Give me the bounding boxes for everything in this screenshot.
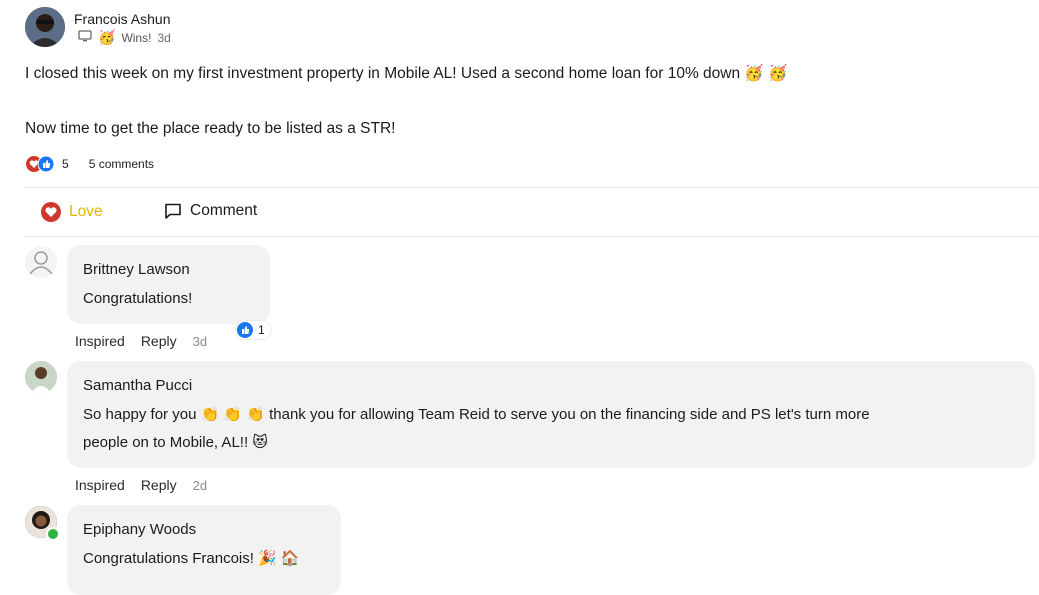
author-name[interactable]: Francois Ashun — [74, 11, 171, 27]
author-avatar[interactable] — [25, 7, 65, 47]
like-reaction-icon — [37, 155, 55, 173]
comment-text: Congratulations! — [83, 290, 193, 307]
default-user-icon — [29, 251, 53, 275]
post-body-line-1: I closed this week on my first investmen… — [25, 65, 788, 82]
comment-text-line-2: people on to Mobile, AL!! 😻 — [83, 434, 268, 451]
like-icon — [237, 322, 253, 338]
comment-like-count[interactable]: 1 — [236, 321, 271, 339]
party-face-icon: 🥳 — [98, 29, 116, 45]
online-status-dot — [46, 527, 60, 541]
commenter-name[interactable]: Epiphany Woods — [83, 521, 196, 538]
love-label: Love — [69, 203, 103, 220]
divider-top — [25, 187, 1039, 188]
post-category[interactable]: Wins! — [121, 31, 151, 45]
comment-time: 3d — [192, 333, 208, 349]
comments-count-link[interactable]: 5 comments — [89, 157, 154, 171]
comment-text-line-1: So happy for you 👏 👏 👏 thank you for all… — [83, 406, 870, 423]
comment-icon — [164, 202, 182, 220]
reply-button[interactable]: Reply — [141, 333, 177, 349]
comment-text: Congratulations Francois! 🎉 🏠 — [83, 550, 300, 567]
post-time: 3d — [157, 30, 171, 45]
comment-button[interactable]: Comment — [164, 202, 257, 220]
inspired-button[interactable]: Inspired — [75, 477, 125, 493]
heart-icon — [41, 202, 61, 222]
like-count: 1 — [258, 323, 265, 337]
comment-bubble: Brittney Lawson Congratulations! — [67, 245, 270, 324]
reactions-summary[interactable]: 5 5 comments — [26, 155, 154, 173]
inspired-button[interactable]: Inspired — [75, 333, 125, 349]
reply-button[interactable]: Reply — [141, 477, 177, 493]
comment-actions: Inspired Reply 3d — [75, 333, 207, 349]
post-meta: 🥳 Wins! 3d — [78, 29, 171, 46]
love-button[interactable]: Love — [41, 202, 103, 222]
comment-label: Comment — [190, 202, 258, 219]
comment-time: 2d — [192, 477, 208, 493]
commenter-avatar[interactable] — [25, 361, 57, 393]
monitor-icon — [78, 30, 92, 45]
reaction-count[interactable]: 5 — [62, 157, 69, 171]
comment-actions: Inspired Reply 2d — [75, 477, 207, 493]
commenter-name[interactable]: Brittney Lawson — [83, 261, 190, 278]
commenter-avatar[interactable] — [25, 246, 57, 278]
divider-bottom — [25, 236, 1039, 237]
commenter-name[interactable]: Samantha Pucci — [83, 377, 192, 394]
comment-bubble: Samantha Pucci So happy for you 👏 👏 👏 th… — [67, 361, 1035, 468]
post-body-line-2: Now time to get the place ready to be li… — [25, 120, 396, 137]
